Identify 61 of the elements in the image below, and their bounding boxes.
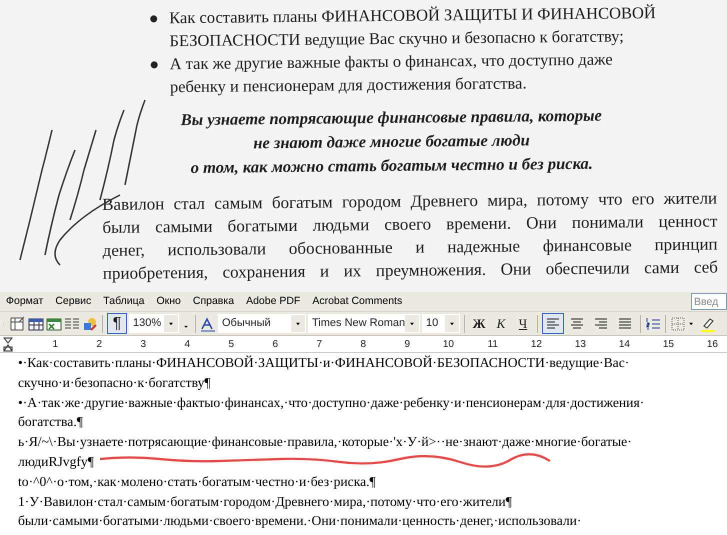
bold-button[interactable]: Ж	[469, 313, 489, 334]
show-formatting-button[interactable]: ¶	[107, 313, 127, 334]
menu-item[interactable]: Acrobat Comments	[306, 294, 408, 310]
align-right-icon	[593, 316, 609, 332]
ruler-number: 8	[359, 338, 366, 352]
align-left-icon	[545, 316, 561, 332]
bullet-dot	[150, 15, 158, 22]
document-line: ь·Я/~\·Вы·узнаете·потрясающие·финансовые·правила,·которые·'х·У·й>··не·знают·даже·многие·богатые·	[18, 433, 632, 452]
ruler-number: 11	[486, 338, 498, 352]
font-size-dropdown[interactable]: 10	[422, 314, 460, 333]
ruler-number: 1	[51, 338, 58, 352]
document-line: богатства.¶	[18, 413, 83, 432]
ruler-number: 7	[315, 338, 322, 352]
menu-item[interactable]: Adobe PDF	[240, 294, 306, 310]
font-dropdown[interactable]: Times New Roman	[308, 314, 420, 333]
ruler-number: 13	[574, 338, 586, 352]
emphasis-line: о том, как можно стать богатым честно и без риска.	[190, 152, 594, 179]
numbered-list-icon[interactable]	[645, 316, 661, 332]
menu-item[interactable]: Сервис	[49, 294, 98, 310]
style-dropdown[interactable]: Обычный	[218, 314, 306, 333]
ruler-number: 3	[139, 338, 146, 352]
table-icon[interactable]	[28, 316, 44, 332]
emphasis-line: не знают даже многие богатые люди	[252, 129, 531, 154]
ruler-number: 4	[183, 338, 190, 352]
menu-item[interactable]: Окно	[150, 294, 187, 310]
drawing-tools-icon[interactable]	[82, 316, 98, 332]
align-justify-icon	[617, 316, 633, 332]
menu-item[interactable]: Справка	[186, 294, 240, 310]
indent-marker-icon[interactable]	[3, 337, 13, 352]
borders-icon[interactable]	[670, 316, 686, 332]
ruler-number: 14	[618, 338, 630, 352]
styles-icon[interactable]	[200, 316, 216, 332]
table-pencil-icon[interactable]	[10, 316, 26, 332]
ruler-number: 10	[442, 338, 454, 352]
italic-button[interactable]: К	[491, 313, 511, 334]
document-line: были·самыми·богатыми·людьми·своего·времени.·Они·понимали·ценность·денег,·использовали·	[18, 512, 582, 530]
zoom-dropdown[interactable]: 130%	[129, 314, 179, 333]
document-line: to·^0^·о·том,·как·молено·стать·богатым·честно·и·без·риска.¶	[18, 472, 376, 491]
bullet-dot	[150, 61, 158, 68]
ruler-number: 5	[227, 338, 234, 352]
document-line: •·Как·составить·планы·ФИНАНСОВОЙ·ЗАЩИТЫ·и·ФИНАНСОВОЙ·БЕЗОПАСНОСТИ·ведущие·Вас·	[18, 354, 630, 372]
align-left-button[interactable]	[542, 313, 564, 334]
spreadsheet-icon[interactable]	[46, 316, 62, 332]
document-line: людиRJvgfy¶	[18, 452, 94, 471]
columns-icon[interactable]	[64, 316, 80, 332]
document-line: скучно·и·безопасно·к·богатству¶	[18, 374, 211, 392]
ruler-number: 2	[95, 338, 102, 352]
align-center-icon	[569, 316, 585, 332]
ruler-number: 16	[706, 338, 718, 352]
menu-item[interactable]: Формат	[0, 294, 50, 310]
document-line: •·А·так·же·другие·важные·фактыо·финансах,·что·доступно·даже·ребенку·и·пенсионерам·для·достижения·	[18, 394, 644, 412]
emphasis-line: Вы узнаете потрясающие финансовые правила, которые	[180, 104, 603, 132]
ruler-number: 12	[530, 338, 542, 352]
highlighter-icon[interactable]	[700, 316, 716, 332]
document-line: 1·У·Вавилон·стал·самым·богатым·городом·Древнего·мира,·потому·что·его·жители¶	[18, 492, 512, 511]
help-search-field[interactable]: Введ	[691, 293, 727, 310]
ruler-number: 9	[403, 338, 410, 352]
ruler-number: 15	[662, 338, 674, 352]
ruler-number: 6	[271, 338, 278, 352]
underline-button[interactable]: Ч	[513, 313, 533, 334]
menu-item[interactable]: Таблица	[97, 294, 150, 310]
